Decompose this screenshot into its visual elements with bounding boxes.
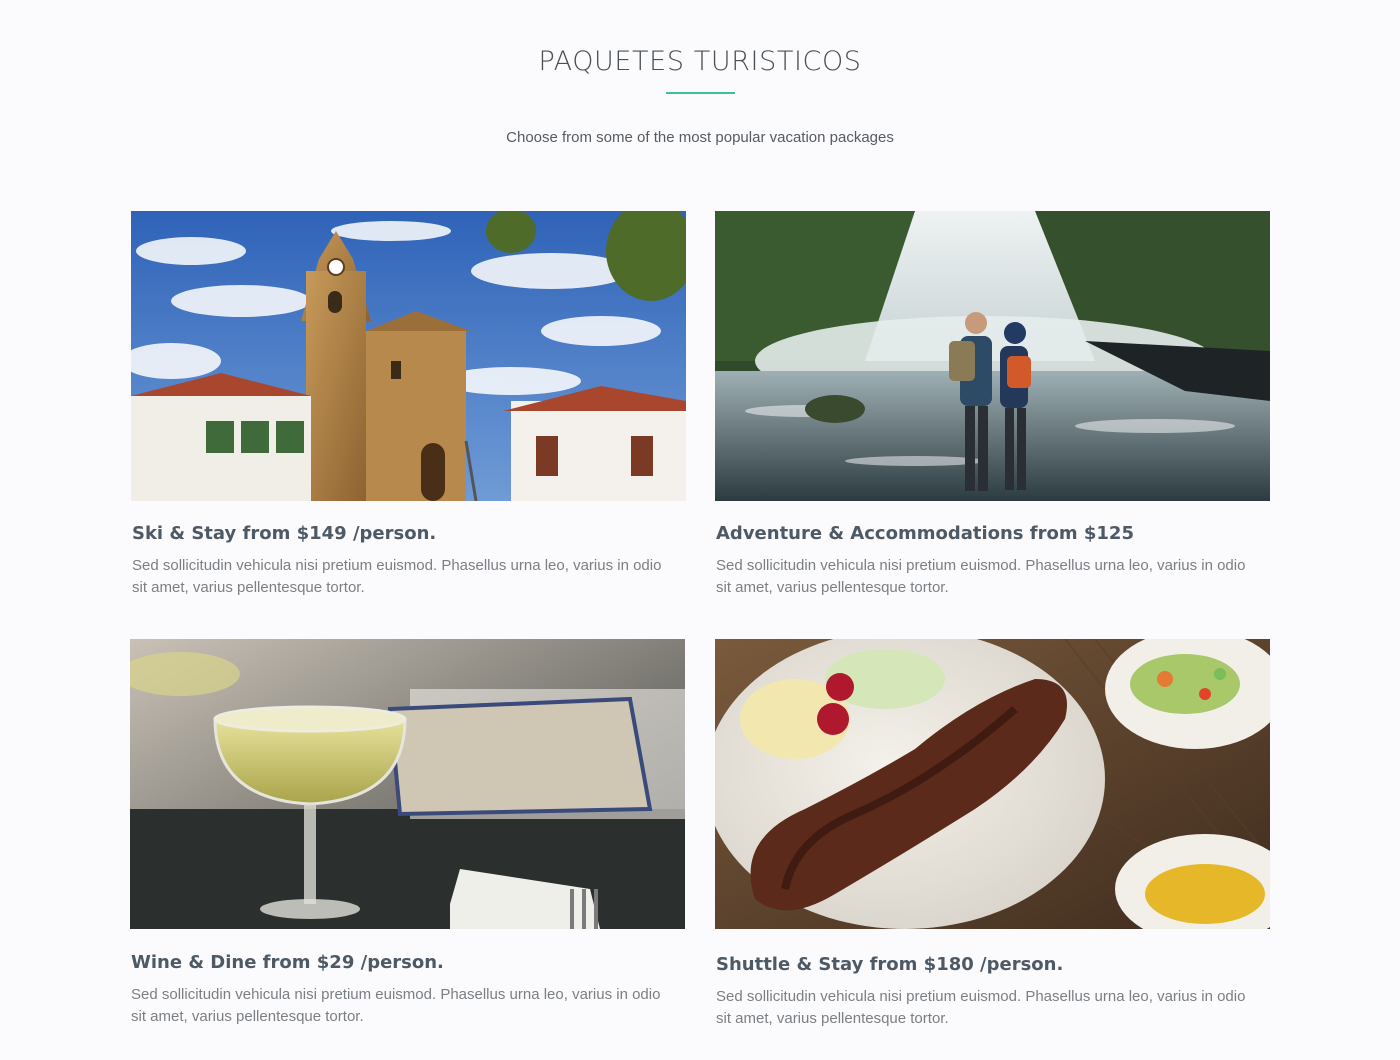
package-image-link[interactable]: [131, 211, 687, 501]
package-description: Sed sollicitudin vehicula nisi pretium e…: [132, 557, 662, 596]
package-title[interactable]: Ski & Stay from $149 /person.: [132, 523, 436, 544]
package-card-adventure: Adventure & Accommodations from $125 Sed…: [715, 211, 1271, 596]
section-subtitle: Choose from some of the most popular vac…: [506, 129, 894, 146]
package-image-link[interactable]: [715, 639, 1271, 929]
package-title[interactable]: Shuttle & Stay from $180 /person.: [716, 954, 1063, 975]
package-description: Sed sollicitudin vehicula nisi pretium e…: [131, 986, 661, 1025]
waterfall-hikers-photo: [715, 211, 1270, 501]
colonial-church-photo: [131, 211, 686, 501]
cocktail-glass-photo: [130, 639, 685, 929]
package-card-wine-dine: Wine & Dine from $29 /person. Sed sollic…: [130, 639, 686, 1025]
package-card-ski-stay: Ski & Stay from $149 /person. Sed sollic…: [131, 211, 687, 596]
title-underline-divider: [666, 92, 735, 94]
package-description: Sed sollicitudin vehicula nisi pretium e…: [716, 988, 1246, 1027]
package-title[interactable]: Wine & Dine from $29 /person.: [131, 952, 444, 973]
section-title: PAQUETES TURISTICOS: [538, 46, 862, 77]
grilled-steak-plate-photo: [715, 639, 1270, 929]
package-image-link[interactable]: [715, 211, 1271, 501]
package-title[interactable]: Adventure & Accommodations from $125: [716, 523, 1134, 544]
package-image-link[interactable]: [130, 639, 686, 929]
package-description: Sed sollicitudin vehicula nisi pretium e…: [716, 557, 1246, 596]
package-card-shuttle-stay: Shuttle & Stay from $180 /person. Sed so…: [715, 639, 1271, 1027]
